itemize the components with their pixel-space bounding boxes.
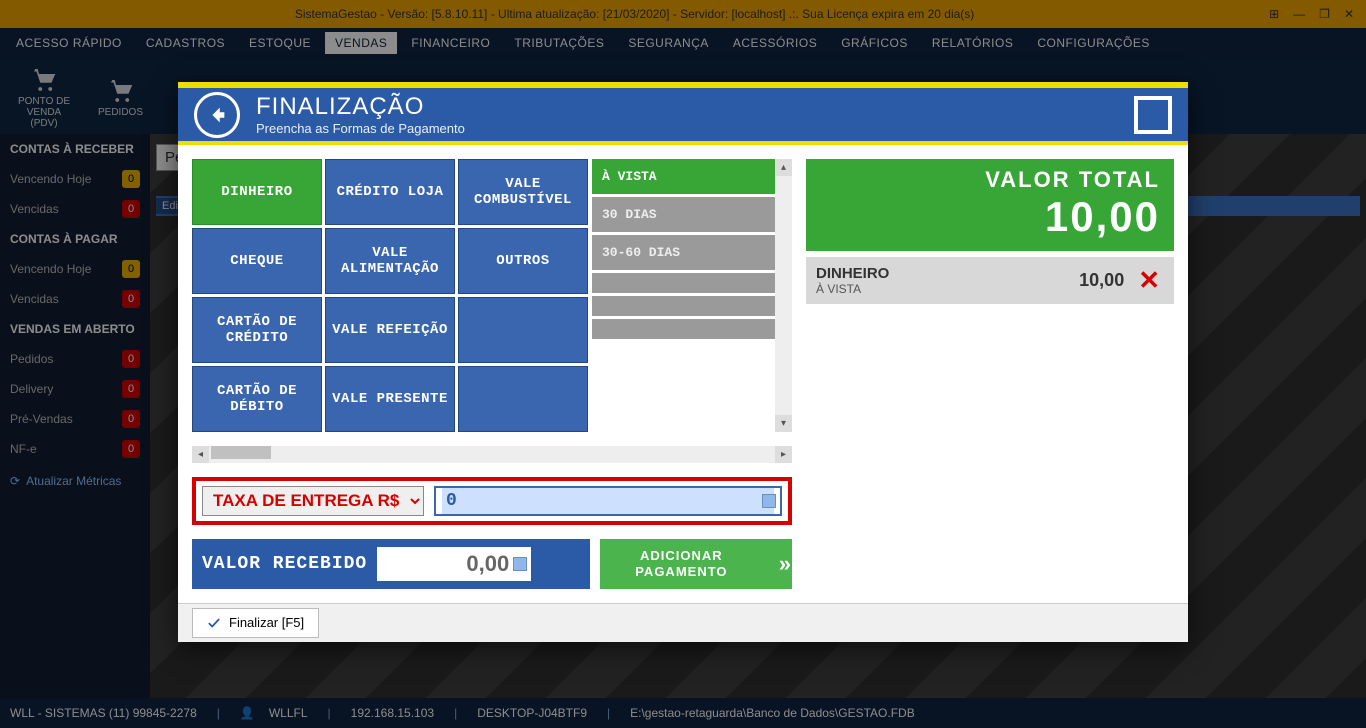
chevron-right-icon: » [779,551,792,577]
received-label: VALOR RECEBIDO [202,554,367,574]
payment-method-empty[interactable] [458,297,588,363]
payment-method-cartao-credito[interactable]: CARTÃO DE CRÉDITO [192,297,322,363]
delivery-fee-input[interactable] [442,488,774,514]
delivery-fee-box: TAXA DE ENTREGA R$ [192,477,792,525]
back-button[interactable] [194,92,240,138]
payment-line-info: DINHEIRO À VISTA [816,265,1069,296]
condition-empty[interactable] [592,273,792,293]
received-value[interactable]: 0,00 [377,547,531,581]
total-box: VALOR TOTAL 10,00 [806,159,1174,251]
condition-30-dias[interactable]: 30 DIAS [592,197,792,232]
payment-line-method: DINHEIRO [816,265,1069,282]
payment-area: DINHEIRO CRÉDITO LOJA VALE COMBUSTÍVEL C… [192,159,792,432]
payment-hscrollbar[interactable]: ◂ ▸ [192,446,792,463]
delivery-fee-input-wrap [434,486,782,516]
payment-method-cartao-debito[interactable]: CARTÃO DE DÉBITO [192,366,322,432]
modal-right-column: VALOR TOTAL 10,00 DINHEIRO À VISTA 10,00… [806,159,1174,589]
payment-line-condition: À VISTA [816,282,1069,296]
modal-header: FINALIZAÇÃO Preencha as Formas de Pagame… [178,82,1188,141]
condition-30-60-dias[interactable]: 30-60 DIAS [592,235,792,270]
finalization-modal: FINALIZAÇÃO Preencha as Formas de Pagame… [178,82,1188,642]
calculator-icon[interactable] [762,494,776,508]
condition-a-vista[interactable]: À VISTA [592,159,792,194]
condition-scrollbar[interactable]: ▴ ▾ [775,159,792,432]
modal-titles: FINALIZAÇÃO Preencha as Formas de Pagame… [256,93,1118,136]
payment-method-dinheiro[interactable]: DINHEIRO [192,159,322,225]
payment-method-vale-refeicao[interactable]: VALE REFEIÇÃO [325,297,455,363]
modal-left-column: DINHEIRO CRÉDITO LOJA VALE COMBUSTÍVEL C… [192,159,792,589]
add-payment-label: ADICIONAR PAGAMENTO [600,548,763,579]
payment-method-grid: DINHEIRO CRÉDITO LOJA VALE COMBUSTÍVEL C… [192,159,588,432]
arrow-left-icon [206,104,228,126]
payment-method-credito-loja[interactable]: CRÉDITO LOJA [325,159,455,225]
payment-method-empty[interactable] [458,366,588,432]
check-icon [207,616,221,630]
modal-body: DINHEIRO CRÉDITO LOJA VALE COMBUSTÍVEL C… [178,145,1188,603]
modal-subtitle: Preencha as Formas de Pagamento [256,121,1118,136]
payment-method-cheque[interactable]: CHEQUE [192,228,322,294]
modal-title: FINALIZAÇÃO [256,93,1118,121]
delete-payment-button[interactable]: ✕ [1134,265,1164,296]
payment-method-vale-combustivel[interactable]: VALE COMBUSTÍVEL [458,159,588,225]
total-label: VALOR TOTAL [820,167,1160,193]
payment-line-amount: 10,00 [1079,270,1124,291]
add-payment-button[interactable]: ADICIONAR PAGAMENTO » [600,539,792,589]
calculator-icon[interactable] [513,557,527,571]
condition-list: À VISTA 30 DIAS 30-60 DIAS ▴ ▾ [592,159,792,432]
scroll-down-icon[interactable]: ▾ [775,415,792,432]
received-value-text: 0,00 [466,551,509,577]
modal-maximize-button[interactable] [1134,96,1172,134]
finalize-button[interactable]: Finalizar [F5] [192,608,319,638]
payment-method-outros[interactable]: OUTROS [458,228,588,294]
received-row: VALOR RECEBIDO 0,00 [192,539,590,589]
modal-overlay: FINALIZAÇÃO Preencha as Formas de Pagame… [0,0,1366,728]
payment-method-vale-presente[interactable]: VALE PRESENTE [325,366,455,432]
scroll-thumb[interactable] [211,446,271,459]
modal-footer: Finalizar [F5] [178,603,1188,642]
scroll-up-icon[interactable]: ▴ [775,159,792,176]
condition-empty[interactable] [592,319,792,339]
scroll-left-icon[interactable]: ◂ [192,446,209,463]
finalize-label: Finalizar [F5] [229,615,304,630]
total-value: 10,00 [820,193,1160,241]
scroll-right-icon[interactable]: ▸ [775,446,792,463]
payment-line: DINHEIRO À VISTA 10,00 ✕ [806,257,1174,304]
condition-empty[interactable] [592,296,792,316]
payment-method-vale-alimentacao[interactable]: VALE ALIMENTAÇÃO [325,228,455,294]
delivery-fee-select[interactable]: TAXA DE ENTREGA R$ [202,486,424,516]
